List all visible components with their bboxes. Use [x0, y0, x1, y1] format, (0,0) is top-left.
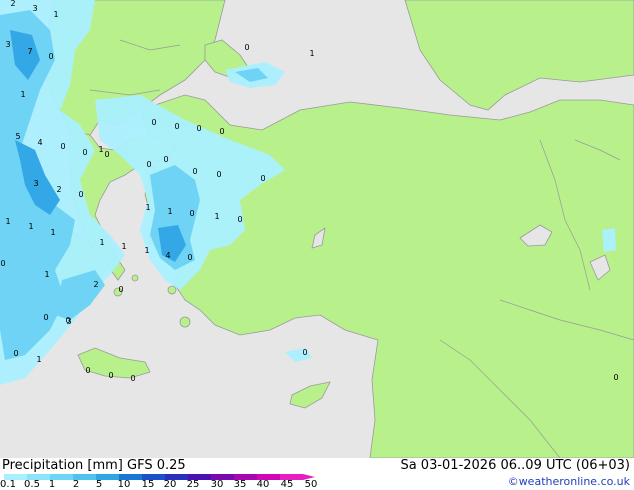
land-island	[179, 316, 191, 328]
legend-label: 2	[72, 479, 80, 490]
legend-label: 40	[256, 479, 270, 490]
precip-value-label: 0	[189, 209, 194, 218]
precip-value-label: 1	[98, 145, 103, 154]
map-footer: Precipitation [mm] GFS 0.25 Sa 03-01-202…	[0, 458, 634, 490]
precip-value-label: 0	[302, 348, 307, 357]
legend-label: 0.1	[0, 479, 16, 490]
precip-value-label: 0	[613, 373, 618, 382]
valid-time: Sa 03-01-2026 06..09 UTC (06+03)	[400, 458, 630, 473]
precip-value-label: 1	[28, 222, 33, 231]
precip-value-label: 0	[174, 122, 179, 131]
precip-value-label: 0	[108, 371, 113, 380]
precip-value-label: 0	[78, 190, 83, 199]
precip-value-label: 0	[43, 313, 48, 322]
precip-value-label: 1	[50, 228, 55, 237]
precip-value-label: 1	[5, 217, 10, 226]
legend-label: 15	[141, 479, 155, 490]
precip-value-label: 1	[44, 270, 49, 279]
precip-value-label: 1	[121, 242, 126, 251]
legend-label: 30	[210, 479, 224, 490]
precip-value-label: 7	[27, 47, 32, 56]
precip-value-label: 1	[36, 355, 41, 364]
precip-value-label: 0	[192, 167, 197, 176]
precip-value-label: 4	[165, 251, 170, 260]
legend-label: 0.5	[24, 479, 40, 490]
precip-value-label: 2	[56, 185, 61, 194]
precip-value-label: 1	[309, 49, 314, 58]
precip-value-label: 0	[85, 366, 90, 375]
precip-value-label: 0	[219, 127, 224, 136]
legend-label: 50	[304, 479, 318, 490]
precip-value-label: 3	[32, 4, 37, 13]
legend-label: 45	[280, 479, 294, 490]
legend-label: 20	[163, 479, 177, 490]
precip-value-label: 1	[20, 90, 25, 99]
precip-value-label: 1	[167, 207, 172, 216]
legend-label: 35	[233, 479, 247, 490]
precip-value-label: 0	[187, 253, 192, 262]
legend-label: 5	[95, 479, 103, 490]
precip-value-label: 3	[5, 40, 10, 49]
precip-value-label: 0	[244, 43, 249, 52]
precip-value-label: 0	[60, 142, 65, 151]
precip-value-label: 0	[104, 150, 109, 159]
land-island	[131, 274, 139, 282]
precip-value-label: 1	[99, 238, 104, 247]
precip-value-label: 0	[163, 155, 168, 164]
precipitation-map: 231703 01154 00 10 0 0 0000 0 003201111 1 0 1 01 1 14 0…	[0, 0, 634, 458]
precip-value-label: 4	[37, 138, 42, 147]
precip-value-label: 0	[82, 148, 87, 157]
precip-value-label: 1	[53, 10, 58, 19]
legend-label: 25	[186, 479, 200, 490]
precip-value-label: 0	[118, 285, 123, 294]
precip-value-label: 0	[260, 174, 265, 183]
precip-value-label: 0	[151, 118, 156, 127]
precip-value-label: 2	[10, 0, 15, 8]
credit-link[interactable]: ©weatheronline.co.uk	[508, 475, 630, 488]
precip-value-label: 0	[130, 374, 135, 383]
precip-value-label: 0	[216, 170, 221, 179]
precip-value-label: 1	[144, 246, 149, 255]
legend-label: 10	[117, 479, 131, 490]
land-island	[167, 285, 177, 295]
precip-value-label: 0	[0, 259, 5, 268]
precip-value-label: 0	[13, 349, 18, 358]
legend-label: 1	[48, 479, 56, 490]
precip-value-label: 1	[145, 203, 150, 212]
precip-value-label: 3	[33, 179, 38, 188]
precip-value-label: 5	[15, 132, 20, 141]
precip-value-label: 0	[146, 160, 151, 169]
precip-value-label: 0	[196, 124, 201, 133]
precip-value-label: 0	[237, 215, 242, 224]
precip-value-label: 1	[214, 212, 219, 221]
precip-value-label: 0	[48, 52, 53, 61]
map-title: Precipitation [mm] GFS 0.25	[2, 458, 186, 473]
precip-value-label: 3	[66, 317, 71, 326]
precip-value-label: 2	[93, 280, 98, 289]
